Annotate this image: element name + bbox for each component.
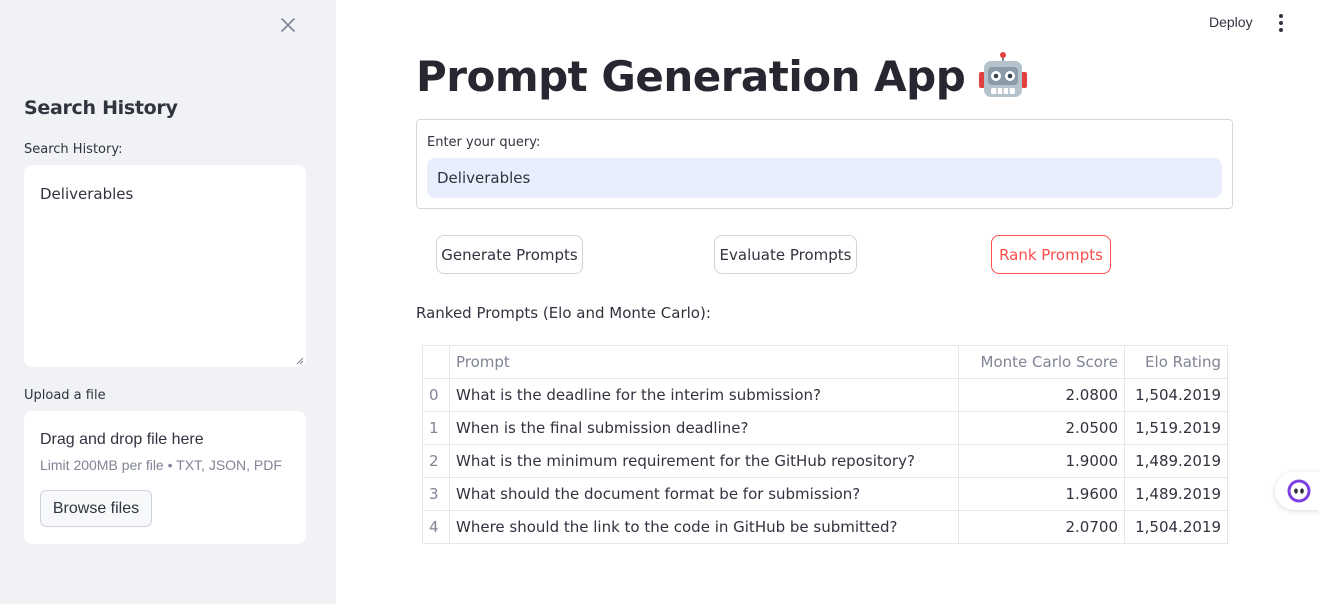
row-index: 3 bbox=[422, 477, 450, 511]
search-history-textarea[interactable]: Deliverables bbox=[24, 165, 306, 367]
chat-assistant-button[interactable] bbox=[1275, 472, 1319, 510]
prompt-cell[interactable]: What is the deadline for the interim sub… bbox=[449, 378, 959, 412]
row-index: 4 bbox=[422, 510, 450, 544]
kebab-menu-icon bbox=[1279, 14, 1283, 18]
header-index bbox=[422, 345, 450, 379]
kebab-dot bbox=[1279, 28, 1283, 32]
monte-carlo-cell[interactable]: 1.9000 bbox=[958, 444, 1125, 478]
search-history-label: Search History: bbox=[24, 142, 123, 157]
elo-cell[interactable]: 1,504.2019 bbox=[1124, 510, 1228, 544]
sidebar-title: Search History bbox=[24, 97, 178, 119]
generate-prompts-button[interactable]: Generate Prompts bbox=[436, 235, 583, 274]
prompt-cell[interactable]: Where should the link to the code in Git… bbox=[449, 510, 959, 544]
query-input[interactable]: Deliverables bbox=[427, 158, 1222, 198]
page-title: Prompt Generation App bbox=[416, 50, 1029, 102]
row-index: 1 bbox=[422, 411, 450, 445]
monte-carlo-cell[interactable]: 1.9600 bbox=[958, 477, 1125, 511]
evaluate-prompts-button[interactable]: Evaluate Prompts bbox=[714, 235, 857, 274]
browse-files-button[interactable]: Browse files bbox=[40, 490, 152, 527]
table-row: 0 What is the deadline for the interim s… bbox=[422, 378, 1228, 412]
table-row: 2 What is the minimum requirement for th… bbox=[422, 444, 1228, 478]
resize-grip-icon[interactable] bbox=[296, 357, 304, 365]
header-monte-carlo[interactable]: Monte Carlo Score bbox=[958, 345, 1125, 379]
rank-prompts-button[interactable]: Rank Prompts bbox=[991, 235, 1111, 274]
monte-carlo-cell[interactable]: 2.0500 bbox=[958, 411, 1125, 445]
monte-carlo-cell[interactable]: 2.0700 bbox=[958, 510, 1125, 544]
elo-cell[interactable]: 1,519.2019 bbox=[1124, 411, 1228, 445]
ranked-prompts-table[interactable]: Prompt Monte Carlo Score Elo Rating 0 Wh… bbox=[422, 345, 1228, 544]
monte-carlo-cell[interactable]: 2.0800 bbox=[958, 378, 1125, 412]
table-row: 3 What should the document format be for… bbox=[422, 477, 1228, 511]
chat-assistant-icon bbox=[1287, 479, 1311, 503]
table-header-row: Prompt Monte Carlo Score Elo Rating bbox=[422, 345, 1228, 379]
row-index: 2 bbox=[422, 444, 450, 478]
prompt-cell[interactable]: When is the final submission deadline? bbox=[449, 411, 959, 445]
table-row: 1 When is the final submission deadline?… bbox=[422, 411, 1228, 445]
ranked-prompts-label: Ranked Prompts (Elo and Monte Carlo): bbox=[416, 304, 711, 322]
deploy-button[interactable]: Deploy bbox=[1209, 14, 1253, 30]
query-label: Enter your query: bbox=[427, 135, 541, 150]
close-sidebar-button[interactable] bbox=[276, 13, 300, 37]
header-prompt[interactable]: Prompt bbox=[449, 345, 959, 379]
query-container: Enter your query: Deliverables bbox=[416, 119, 1233, 209]
dropzone-title: Drag and drop file here bbox=[40, 431, 204, 448]
kebab-dot bbox=[1279, 21, 1283, 25]
sidebar: Search History Search History: Deliverab… bbox=[0, 0, 336, 604]
header-elo[interactable]: Elo Rating bbox=[1124, 345, 1228, 379]
main-menu-button[interactable] bbox=[1272, 12, 1290, 34]
table-row: 4 Where should the link to the code in G… bbox=[422, 510, 1228, 544]
dropzone-limit: Limit 200MB per file • TXT, JSON, PDF bbox=[40, 457, 282, 473]
row-index: 0 bbox=[422, 378, 450, 412]
robot-icon bbox=[979, 52, 1028, 97]
elo-cell[interactable]: 1,489.2019 bbox=[1124, 444, 1228, 478]
page-title-text: Prompt Generation App bbox=[416, 51, 966, 101]
search-history-value: Deliverables bbox=[40, 185, 134, 203]
prompt-cell[interactable]: What is the minimum requirement for the … bbox=[449, 444, 959, 478]
file-dropzone[interactable]: Drag and drop file here Limit 200MB per … bbox=[24, 411, 306, 544]
elo-cell[interactable]: 1,489.2019 bbox=[1124, 477, 1228, 511]
elo-cell[interactable]: 1,504.2019 bbox=[1124, 378, 1228, 412]
upload-label: Upload a file bbox=[24, 388, 106, 403]
prompt-cell[interactable]: What should the document format be for s… bbox=[449, 477, 959, 511]
close-icon bbox=[281, 18, 295, 32]
